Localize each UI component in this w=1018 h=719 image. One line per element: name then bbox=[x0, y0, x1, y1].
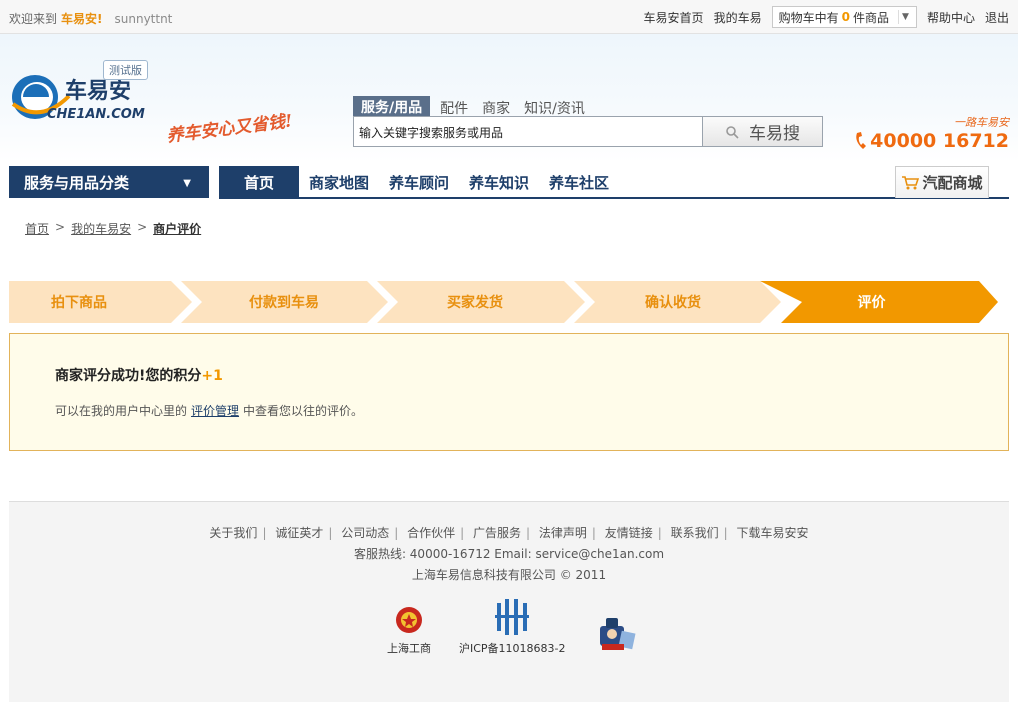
breadcrumb-separator: > bbox=[137, 220, 148, 234]
nav-item-merchant-map[interactable]: 商家地图 bbox=[309, 166, 369, 198]
breadcrumb: 首页 > 我的车易安 > 商户评价 bbox=[25, 220, 201, 237]
footer: 关于我们 | 诚征英才 | 公司动态 | 合作伙伴 | 广告服务 | 法律声明 | 友情链接… bbox=[9, 501, 1009, 702]
mall-label: 汽配商城 bbox=[922, 174, 983, 192]
order-progress-steps: 拍下商品 付款到车易 买家发货 确认收货 评价 bbox=[9, 281, 1009, 323]
search-button[interactable]: 车易搜 bbox=[703, 116, 823, 147]
step-2: 付款到车易 bbox=[249, 295, 319, 311]
badge1-label: 上海工商 bbox=[387, 642, 431, 655]
cart-prefix: 购物车中有 bbox=[778, 10, 839, 25]
footer-link-careers[interactable]: 诚征英才 bbox=[275, 526, 323, 540]
cart-count: 0 bbox=[841, 10, 850, 24]
search-tabs: 服务/用品 配件 商家 知识/资讯 bbox=[353, 96, 585, 118]
logo-en: CHE1AN.COM bbox=[47, 107, 145, 122]
slogan: 养车安心又省钱! bbox=[165, 111, 294, 147]
review-management-link[interactable]: 评价管理 bbox=[191, 404, 239, 418]
home-link[interactable]: 车易安首页 bbox=[644, 9, 704, 26]
desc-after: 中查看您以往的评价。 bbox=[243, 404, 364, 418]
logout-link[interactable]: 退出 bbox=[985, 9, 1009, 26]
category-menu[interactable]: 服务与用品分类 ▼ bbox=[9, 166, 209, 198]
cart-icon bbox=[902, 175, 920, 189]
footer-link-news[interactable]: 公司动态 bbox=[341, 526, 389, 540]
breadcrumb-separator: > bbox=[55, 220, 66, 234]
breadcrumb-home[interactable]: 首页 bbox=[25, 220, 49, 237]
brand-link[interactable]: 车易安! bbox=[61, 12, 102, 26]
footer-copyright: 上海车易信息科技有限公司 © 2011 bbox=[411, 568, 607, 582]
top-bar: 欢迎来到 车易安! sunnyttnt 车易安首页 我的车易 购物车中有 0 件商品… bbox=[0, 0, 1018, 34]
footer-contact: 客服热线: 40000-16712 Email: service@che1an.… bbox=[353, 547, 665, 561]
nav-item-car-knowledge[interactable]: 养车知识 bbox=[469, 166, 529, 198]
nav-item-community[interactable]: 养车社区 bbox=[549, 166, 609, 198]
help-link[interactable]: 帮助中心 bbox=[927, 9, 975, 26]
top-links: 车易安首页 我的车易 购物车中有 0 件商品 ▼ 帮助中心 退出 bbox=[644, 6, 1009, 28]
success-message-box: 商家评分成功!您的积分+1 可以在我的用户中心里的 评价管理 中查看您以往的评价。 bbox=[9, 333, 1009, 451]
welcome-area: 欢迎来到 车易安! sunnyttnt bbox=[9, 10, 172, 27]
tab-merchants[interactable]: 商家 bbox=[482, 98, 510, 118]
footer-links: 关于我们 | 诚征英才 | 公司动态 | 合作伙伴 | 广告服务 | 法律声明 | 友情链接… bbox=[209, 526, 809, 540]
hotline-tag: 一路车易安 bbox=[954, 116, 1009, 129]
points-earned: +1 bbox=[201, 368, 223, 384]
header: 车易安 CHE1AN.COM 测试版 养车安心又省钱! 服务/用品 配件 商家 … bbox=[0, 34, 1018, 162]
step-1: 拍下商品 bbox=[51, 295, 107, 311]
footer-badges: 上海工商 沪ICP备11018683-2 bbox=[387, 597, 638, 656]
chevron-down-icon: ▼ bbox=[183, 178, 191, 189]
search-button-label: 车易搜 bbox=[749, 124, 800, 144]
search-input[interactable]: 输入关键字搜索服务或用品 bbox=[353, 116, 703, 147]
search-icon bbox=[726, 125, 739, 139]
username[interactable]: sunnyttnt bbox=[115, 12, 173, 26]
nav-item-car-advisor[interactable]: 养车顾问 bbox=[389, 166, 449, 198]
breadcrumb-current[interactable]: 商户评价 bbox=[153, 220, 201, 237]
step-5-active: 评价 bbox=[857, 295, 886, 311]
nav-item-home[interactable]: 首页 bbox=[219, 166, 299, 198]
logo-cn: 车易安 bbox=[65, 78, 131, 104]
step-3: 买家发货 bbox=[447, 295, 503, 311]
nav-underline bbox=[219, 197, 1009, 199]
icp-emblem-icon bbox=[495, 599, 530, 635]
success-title-text: 商家评分成功!您的积分 bbox=[55, 368, 202, 384]
mall-button[interactable]: 汽配商城 bbox=[895, 166, 989, 198]
success-description: 可以在我的用户中心里的 评价管理 中查看您以往的评价。 bbox=[55, 402, 363, 419]
footer-link-download[interactable]: 下载车易安安 bbox=[737, 526, 809, 540]
hotline-number: 40000 16712 bbox=[870, 130, 1009, 152]
main-nav-bar: 服务与用品分类 ▼ 首页 商家地图 养车顾问 养车知识 养车社区 汽配商城 bbox=[0, 164, 1018, 200]
my-account-link[interactable]: 我的车易 bbox=[714, 9, 762, 26]
desc-before: 可以在我的用户中心里的 bbox=[55, 404, 188, 418]
breadcrumb-my-account[interactable]: 我的车易安 bbox=[71, 220, 131, 237]
cart-dropdown[interactable]: 购物车中有 0 件商品 ▼ bbox=[771, 6, 917, 28]
footer-link-contact[interactable]: 联系我们 bbox=[671, 526, 719, 540]
beta-badge: 测试版 bbox=[103, 60, 148, 80]
tab-parts[interactable]: 配件 bbox=[440, 98, 468, 118]
tab-services[interactable]: 服务/用品 bbox=[353, 96, 431, 118]
footer-link-about[interactable]: 关于我们 bbox=[209, 526, 257, 540]
cyber-police-icon bbox=[599, 618, 636, 650]
welcome-text: 欢迎来到 bbox=[9, 12, 58, 26]
category-label: 服务与用品分类 bbox=[24, 173, 130, 192]
step-4: 确认收货 bbox=[645, 295, 701, 311]
badge2-label: 沪ICP备11018683-2 bbox=[459, 642, 566, 655]
badge-business-license[interactable]: 上海工商 bbox=[387, 605, 431, 656]
footer-link-legal[interactable]: 法律声明 bbox=[539, 526, 587, 540]
cart-suffix: 件商品 bbox=[852, 10, 889, 25]
footer-link-ads[interactable]: 广告服务 bbox=[473, 526, 521, 540]
hotline: 一路车易安 40000 16712 bbox=[854, 114, 1009, 152]
hotline-number-wrap: 40000 16712 bbox=[854, 130, 1009, 152]
footer-link-friends[interactable]: 友情链接 bbox=[605, 526, 653, 540]
police-emblem-icon bbox=[396, 607, 422, 633]
tab-knowledge[interactable]: 知识/资讯 bbox=[524, 98, 585, 118]
badge-icp[interactable]: 沪ICP备11018683-2 bbox=[459, 597, 566, 656]
success-title: 商家评分成功!您的积分+1 bbox=[55, 365, 223, 385]
badge-cyber-police[interactable] bbox=[594, 612, 638, 656]
footer-link-partners[interactable]: 合作伙伴 bbox=[407, 526, 455, 540]
chevron-down-icon[interactable]: ▼ bbox=[897, 10, 912, 24]
phone-icon bbox=[856, 132, 867, 149]
